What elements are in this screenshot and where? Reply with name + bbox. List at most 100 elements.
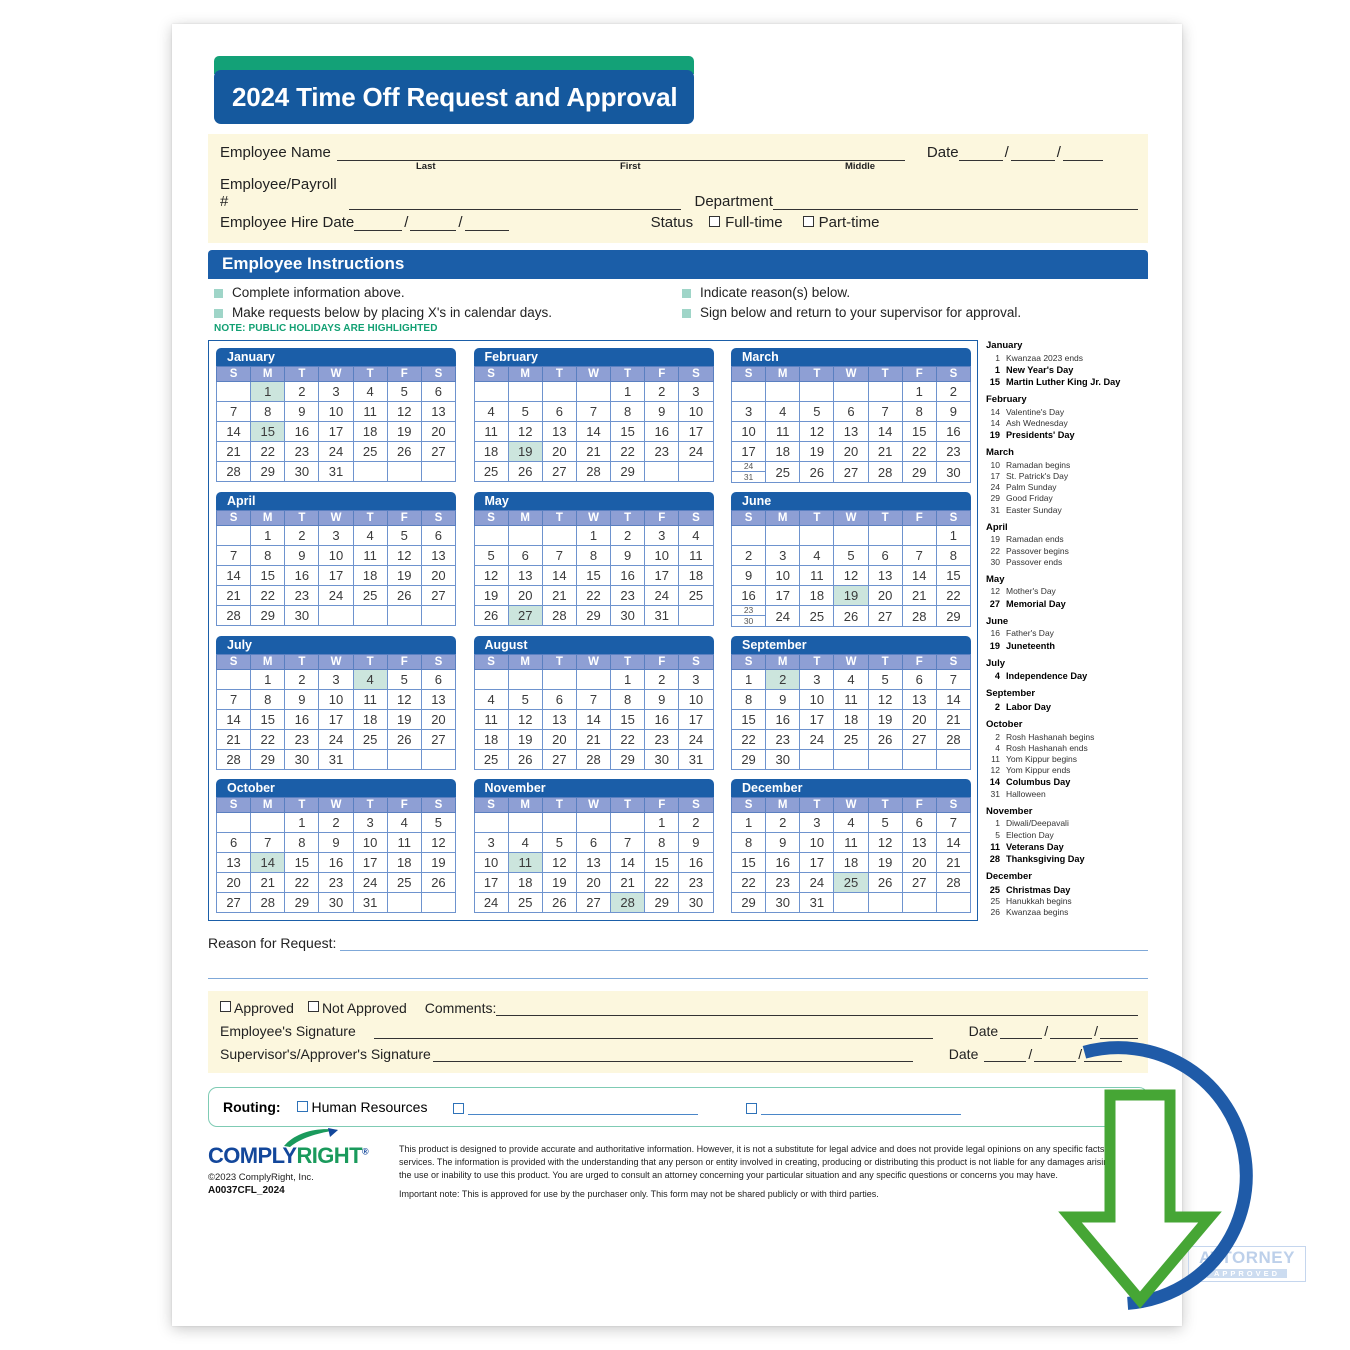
calendar-day-cell[interactable]: 5: [507, 689, 543, 710]
calendar-day-cell[interactable]: 1: [250, 669, 286, 690]
calendar-day-cell[interactable]: 26: [386, 729, 422, 750]
calendar-day-cell[interactable]: 15: [610, 709, 646, 730]
reason-input-line-2[interactable]: [208, 957, 1148, 979]
calendar-day-cell[interactable]: 16: [678, 852, 714, 873]
calendar-day-cell[interactable]: 16: [318, 852, 354, 873]
calendar-day-cell[interactable]: 4: [473, 401, 509, 422]
calendar-day-cell[interactable]: 2: [644, 381, 680, 402]
calendar-day-cell[interactable]: 23: [284, 729, 320, 750]
calendar-day-cell[interactable]: 15: [250, 709, 286, 730]
calendar-day-cell[interactable]: 13: [420, 545, 457, 566]
calendar-day-cell[interactable]: 11: [352, 545, 388, 566]
calendar-day-cell[interactable]: 13: [901, 832, 937, 853]
calendar-day-cell[interactable]: 28: [935, 872, 972, 893]
calendar-day-cell[interactable]: 20: [215, 872, 252, 893]
calendar-day-cell[interactable]: 7: [901, 545, 937, 566]
calendar-day-cell[interactable]: 23 30: [730, 605, 767, 627]
calendar-day-cell[interactable]: 24: [799, 872, 835, 893]
calendar-day-cell[interactable]: 1: [610, 381, 646, 402]
calendar-day-cell[interactable]: 22: [250, 729, 286, 750]
calendar-day-cell[interactable]: 9: [644, 689, 680, 710]
approved-checkbox[interactable]: [220, 1001, 231, 1012]
calendar-day-cell[interactable]: 3: [799, 812, 835, 833]
calendar-day-cell[interactable]: 5: [386, 381, 422, 402]
calendar-day-cell[interactable]: 29: [730, 892, 767, 913]
calendar-day-cell[interactable]: 15: [730, 709, 767, 730]
calendar-day-cell[interactable]: 11: [507, 852, 543, 873]
hire-date-year-input[interactable]: [464, 216, 509, 231]
calendar-day-cell[interactable]: 7: [541, 545, 577, 566]
calendar-day-cell[interactable]: 22: [610, 441, 646, 462]
calendar-day-cell[interactable]: 22: [644, 872, 680, 893]
calendar-day-cell[interactable]: 5: [473, 545, 509, 566]
calendar-day-cell[interactable]: 30: [935, 461, 972, 483]
calendar-day-cell[interactable]: 24: [644, 585, 680, 606]
calendar-day-cell[interactable]: 7: [215, 689, 252, 710]
calendar-day-cell[interactable]: 2: [765, 812, 801, 833]
calendar-day-cell[interactable]: 7: [935, 669, 972, 690]
date-month-input[interactable]: [958, 146, 1003, 161]
calendar-day-cell[interactable]: 22: [730, 729, 767, 750]
calendar-day-cell[interactable]: 24: [352, 872, 388, 893]
calendar-day-cell[interactable]: 14: [901, 565, 937, 586]
calendar-day-cell[interactable]: 14: [215, 421, 252, 442]
calendar-day-cell[interactable]: 2: [765, 669, 801, 690]
calendar-day-cell[interactable]: 28: [867, 461, 903, 483]
reason-input-line-1[interactable]: [340, 935, 1148, 951]
calendar-day-cell[interactable]: 10: [644, 545, 680, 566]
calendar-day-cell[interactable]: 3: [730, 401, 767, 422]
calendar-day-cell[interactable]: 1: [935, 525, 972, 546]
calendar-day-cell[interactable]: 14: [935, 689, 972, 710]
calendar-day-cell[interactable]: 27: [215, 892, 252, 913]
calendar-day-cell[interactable]: 22: [901, 441, 937, 462]
calendar-day-cell[interactable]: 1: [730, 669, 767, 690]
calendar-day-cell[interactable]: 1: [644, 812, 680, 833]
calendar-day-cell[interactable]: 12: [541, 852, 577, 873]
calendar-day-cell[interactable]: 30: [765, 749, 801, 770]
calendar-day-cell[interactable]: 16: [765, 709, 801, 730]
calendar-day-cell[interactable]: 11: [799, 565, 835, 586]
calendar-day-cell[interactable]: 3: [318, 381, 354, 402]
calendar-day-cell[interactable]: 9: [284, 545, 320, 566]
calendar-day-cell[interactable]: 26: [799, 461, 835, 483]
calendar-day-cell[interactable]: 10: [799, 689, 835, 710]
calendar-day-cell[interactable]: 2: [678, 812, 714, 833]
calendar-day-cell[interactable]: 23: [284, 441, 320, 462]
calendar-day-cell[interactable]: 19: [386, 421, 422, 442]
calendar-day-cell[interactable]: 22: [730, 872, 767, 893]
calendar-day-cell[interactable]: 29: [935, 605, 972, 627]
calendar-day-cell[interactable]: 19: [386, 709, 422, 730]
calendar-day-cell[interactable]: 16: [644, 421, 680, 442]
calendar-day-cell[interactable]: 20: [420, 565, 457, 586]
calendar-day-cell[interactable]: 14: [935, 832, 972, 853]
calendar-day-cell[interactable]: 25: [473, 749, 509, 770]
calendar-day-cell[interactable]: 5: [833, 545, 869, 566]
calendar-day-cell[interactable]: 13: [420, 689, 457, 710]
calendar-day-cell[interactable]: 21: [867, 441, 903, 462]
calendar-day-cell[interactable]: 19: [386, 565, 422, 586]
calendar-day-cell[interactable]: 27: [541, 749, 577, 770]
calendar-day-cell[interactable]: 11: [473, 709, 509, 730]
calendar-day-cell[interactable]: 1: [575, 525, 612, 546]
calendar-day-cell[interactable]: 31: [644, 605, 680, 626]
hire-date-day-input[interactable]: [410, 216, 457, 231]
calendar-day-cell[interactable]: 20: [867, 585, 903, 606]
calendar-day-cell[interactable]: 8: [284, 832, 320, 853]
calendar-day-cell[interactable]: 21: [215, 585, 252, 606]
calendar-day-cell[interactable]: 15: [610, 421, 646, 442]
calendar-day-cell[interactable]: 20: [420, 421, 457, 442]
calendar-day-cell[interactable]: 15: [730, 852, 767, 873]
calendar-day-cell[interactable]: 13: [507, 565, 543, 586]
calendar-day-cell[interactable]: 12: [799, 421, 835, 442]
calendar-day-cell[interactable]: 9: [284, 401, 320, 422]
calendar-day-cell[interactable]: 22: [250, 441, 286, 462]
calendar-day-cell[interactable]: 26: [507, 749, 543, 770]
calendar-day-cell[interactable]: 16: [610, 565, 646, 586]
calendar-day-cell[interactable]: 10: [765, 565, 801, 586]
calendar-day-cell[interactable]: 2: [284, 669, 320, 690]
calendar-day-cell[interactable]: 7: [935, 812, 972, 833]
calendar-day-cell[interactable]: 11: [765, 421, 801, 442]
calendar-day-cell[interactable]: 13: [867, 565, 903, 586]
calendar-day-cell[interactable]: 9: [644, 401, 680, 422]
calendar-day-cell[interactable]: 19: [833, 585, 869, 606]
